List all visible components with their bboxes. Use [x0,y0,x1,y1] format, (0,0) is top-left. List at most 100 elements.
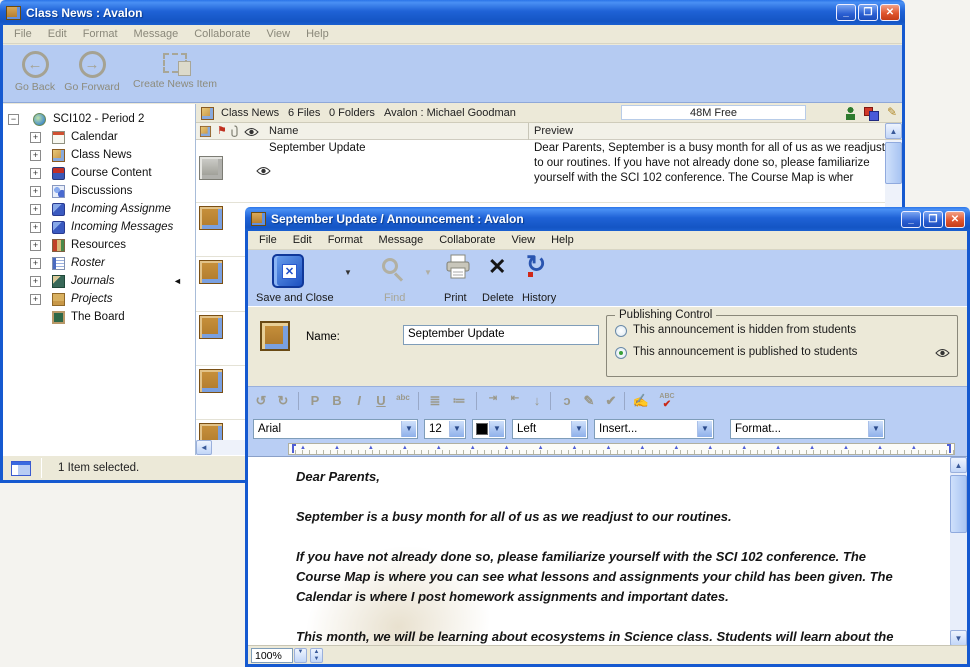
news-item-icon[interactable] [199,369,223,393]
eye-column-icon[interactable] [244,127,259,137]
right-margin-marker[interactable] [947,444,951,453]
layers-icon-blue[interactable] [869,111,879,121]
find-dropdown-caret[interactable]: ▼ [424,268,432,277]
go-forward-button[interactable]: → Go Forward [61,51,123,93]
bullet-list-icon[interactable]: ≣ [426,393,444,409]
strike-icon[interactable]: abc [394,393,412,402]
item-type-column-icon[interactable] [200,126,211,137]
maximize-button[interactable]: ❐ [923,211,943,228]
expand-box[interactable]: + [30,258,41,269]
scroll-left-button[interactable]: ◄ [196,440,212,455]
scroll-up-button[interactable]: ▲ [885,123,902,139]
go-back-button[interactable]: ← Go Back [9,51,61,93]
indent-icon[interactable]: ⇥ [484,393,502,404]
menu-format[interactable]: Format [320,234,371,246]
menu-collaborate[interactable]: Collaborate [186,28,258,40]
collapse-box[interactable]: − [8,114,19,125]
close-button[interactable]: ✕ [945,211,965,228]
scrollbar-thumb[interactable] [950,475,967,533]
zoom-dropdown-button[interactable]: ▼ [294,648,307,663]
insert-select[interactable]: Insert...▼ [594,419,714,439]
bold-icon[interactable]: B [328,393,346,408]
menu-file[interactable]: File [251,234,285,246]
titlebar-class-news[interactable]: Class News : Avalon _ ❐ ✕ [0,0,905,25]
undo-icon[interactable]: ↺ [252,393,270,409]
splitter-collapse-arrow[interactable]: ◄ [173,276,182,286]
editor-vertical-scrollbar[interactable]: ▲ ▼ [950,457,967,646]
print-button[interactable]: Print [440,254,478,304]
expand-box[interactable]: + [30,240,41,251]
expand-box[interactable]: + [30,276,41,287]
who-is-online-icon[interactable] [846,107,855,120]
expand-box[interactable]: + [30,168,41,179]
alignment-select[interactable]: Left▼ [512,419,588,439]
scrollbar-thumb[interactable] [885,142,902,184]
expand-box[interactable]: + [30,294,41,305]
scroll-up-button[interactable]: ▲ [950,457,967,473]
font-size-select[interactable]: 12▼ [424,419,466,439]
titlebar-announcement[interactable]: September Update / Announcement : Avalon… [245,207,970,231]
name-column-header[interactable]: Name [269,125,298,137]
menu-view[interactable]: View [503,234,543,246]
news-item-icon[interactable] [199,260,223,284]
menu-message[interactable]: Message [371,234,432,246]
left-margin-marker[interactable] [292,444,296,453]
message-text[interactable]: Dear Parents, September is a busy month … [296,467,897,646]
underline-icon[interactable]: U [372,393,390,408]
menu-view[interactable]: View [258,28,298,40]
expand-box[interactable]: + [30,186,41,197]
news-item-icon[interactable] [199,206,223,230]
create-news-item-button[interactable]: Create News Item [127,51,223,90]
close-button[interactable]: ✕ [880,4,900,21]
attachment-column-icon[interactable] [230,125,239,138]
expand-box[interactable]: + [30,204,41,215]
radio-hidden-from-students[interactable] [615,325,627,337]
history-button[interactable]: ↻ History [520,254,564,304]
radio-published-to-students[interactable] [615,347,627,359]
outdent-icon[interactable]: ⇤ [506,393,524,404]
news-item-row[interactable]: September Update Dear Parents, September… [196,140,885,202]
spellcheck-icon[interactable]: ABC✔ [658,393,676,410]
scroll-down-button[interactable]: ▼ [950,630,967,646]
font-family-select[interactable]: Arial▼ [253,419,418,439]
expand-box[interactable]: + [30,150,41,161]
menu-file[interactable]: File [6,28,40,40]
expand-box[interactable]: + [30,222,41,233]
rotate-icon[interactable]: ↄ [558,393,576,408]
ruler[interactable]: ▲▲▲▲▲▲▲▲▲▲▲▲▲▲▲▲▲▲▲ [248,442,967,456]
menu-help[interactable]: Help [543,234,582,246]
find-button[interactable]: ▼ Find [370,254,440,304]
panel-toggle-icon[interactable] [11,461,31,476]
menu-edit[interactable]: Edit [40,28,75,40]
menu-help[interactable]: Help [298,28,337,40]
preview-column-header[interactable]: Preview [534,125,573,137]
format-select[interactable]: Format...▼ [730,419,885,439]
minimize-button[interactable]: _ [901,211,921,228]
menu-format[interactable]: Format [75,28,126,40]
radio-published-label[interactable]: This announcement is published to studen… [633,346,857,358]
maximize-button[interactable]: ❐ [858,4,878,21]
redo-icon[interactable]: ↻ [274,393,292,409]
pen-icon[interactable]: ✎ [580,393,598,409]
name-input[interactable]: September Update [403,325,599,345]
radio-hidden-label[interactable]: This announcement is hidden from student… [633,324,856,336]
save-dropdown-caret[interactable]: ▼ [344,268,352,277]
numbered-list-icon[interactable]: ≔ [450,393,468,409]
plain-icon[interactable]: P [306,393,324,408]
sort-icon[interactable]: ↓ [528,393,546,408]
expand-box[interactable]: + [30,132,41,143]
message-body-editor[interactable]: Dear Parents, September is a busy month … [248,456,967,646]
news-item-icon[interactable] [199,315,223,339]
minimize-button[interactable]: _ [836,4,856,21]
font-color-select[interactable]: ▼ [472,419,506,439]
italic-icon[interactable]: I [350,393,368,408]
delete-button[interactable]: ✕ Delete [480,254,520,304]
edit-pencil-icon[interactable]: ✎ [887,105,897,119]
menu-collaborate[interactable]: Collaborate [431,234,503,246]
zoom-spinner[interactable]: ▲▼ [310,648,323,663]
save-and-close-button[interactable]: ✕ ▼ Save and Close [256,254,356,304]
signature-icon[interactable]: ✍ [632,393,650,409]
column-divider[interactable] [528,123,529,140]
menu-message[interactable]: Message [126,28,187,40]
approve-icon[interactable]: ✔ [602,393,620,409]
